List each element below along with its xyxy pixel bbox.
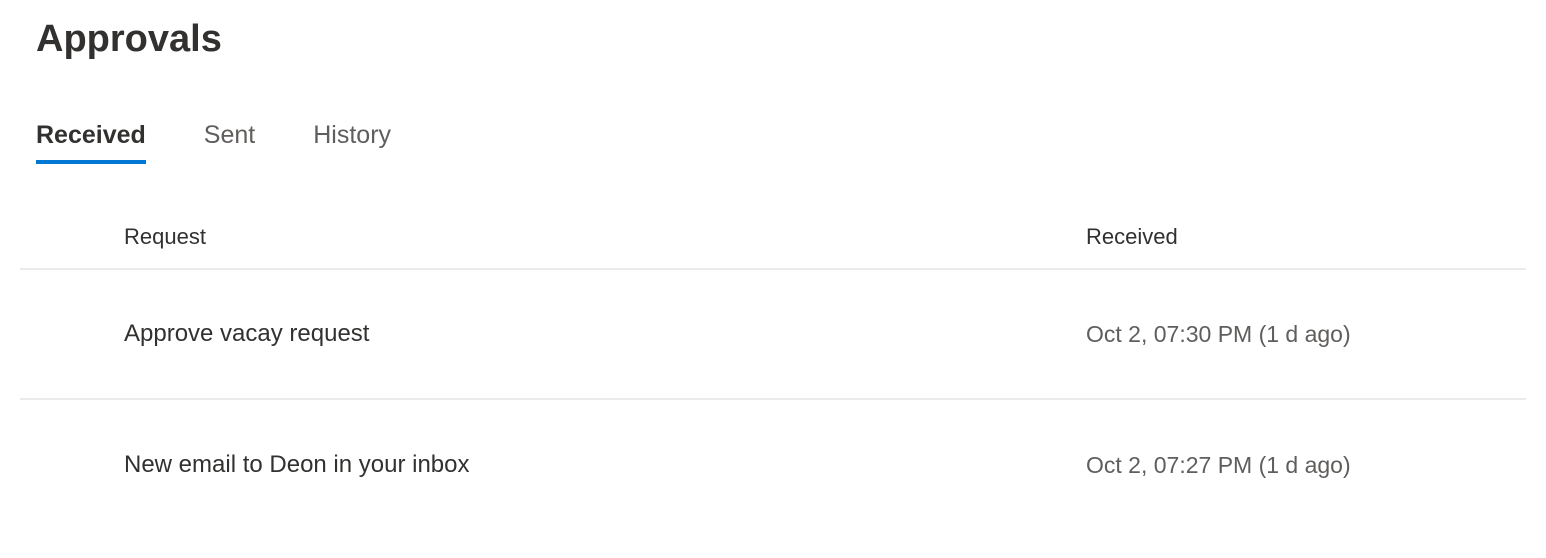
column-header-received[interactable]: Received [1086,224,1526,250]
row-request: Approve vacay request [20,320,1086,348]
tabs: Received Sent History [36,121,1510,164]
table-row[interactable]: Approve vacay request Oct 2, 07:30 PM (1… [20,270,1526,400]
tab-received[interactable]: Received [36,121,146,164]
page-title: Approvals [36,18,1510,61]
row-received: Oct 2, 07:27 PM (1 d ago) [1086,452,1526,479]
tab-history[interactable]: History [313,121,391,164]
column-header-request[interactable]: Request [20,224,1086,250]
row-received: Oct 2, 07:30 PM (1 d ago) [1086,321,1526,348]
table-row[interactable]: New email to Deon in your inbox Oct 2, 0… [20,400,1526,530]
row-request: New email to Deon in your inbox [20,451,1086,479]
table-header: Request Received [20,224,1526,270]
approvals-table: Request Received Approve vacay request O… [20,224,1526,530]
tab-sent[interactable]: Sent [204,121,255,164]
